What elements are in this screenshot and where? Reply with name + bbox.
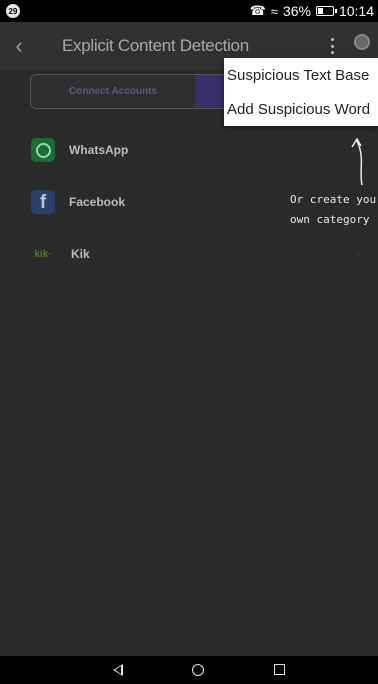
clock: 10:14 — [338, 3, 374, 19]
hint-line-2: own category — [290, 213, 370, 226]
help-icon[interactable] — [354, 34, 370, 50]
list-item-kik[interactable]: kik· Kik › — [0, 228, 378, 280]
kik-icon: kik· — [34, 248, 52, 260]
hint-text: Or create you own category — [290, 190, 376, 230]
menu-item-suspicious-text-based[interactable]: Suspicious Text Base — [224, 58, 378, 92]
nav-back-icon[interactable] — [113, 664, 123, 676]
hint-line-1: Or create you — [290, 193, 377, 206]
navigation-bar — [0, 656, 378, 684]
battery-icon — [315, 6, 337, 16]
menu-item-add-suspicious-word[interactable]: Add Suspicious Word — [224, 92, 378, 126]
phone-icon: ☎ — [249, 3, 266, 18]
whatsapp-icon — [31, 138, 55, 162]
app-label: Kik — [71, 247, 90, 261]
wifi-icon: ≈ — [270, 3, 278, 19]
battery-percent: 36% — [282, 3, 311, 19]
dropdown-menu: Suspicious Text Base Add Suspicious Word — [224, 58, 378, 126]
status-indicators: ☎ ≈ 36% 10:14 — [250, 3, 374, 19]
list-item-whatsapp[interactable]: WhatsApp — [0, 124, 378, 176]
notification-count-badge: 29 — [6, 4, 20, 18]
curved-arrow-icon — [351, 137, 363, 186]
chevron-right-icon: › — [356, 247, 360, 261]
nav-recent-icon[interactable] — [274, 664, 285, 675]
app-label: Facebook — [69, 195, 126, 209]
nav-home-icon[interactable] — [192, 664, 204, 676]
more-vert-icon[interactable] — [331, 38, 335, 54]
facebook-icon: f — [31, 190, 55, 214]
tab-connect-accounts[interactable]: Connect Accounts — [31, 75, 195, 108]
back-arrow-icon[interactable]: ‹ — [0, 33, 38, 59]
status-bar: 29 ☎ ≈ 36% 10:14 — [0, 0, 378, 22]
app-label: WhatsApp — [69, 143, 129, 157]
page-title: Explicit Content Detection — [62, 36, 249, 55]
battery-level — [317, 8, 323, 14]
